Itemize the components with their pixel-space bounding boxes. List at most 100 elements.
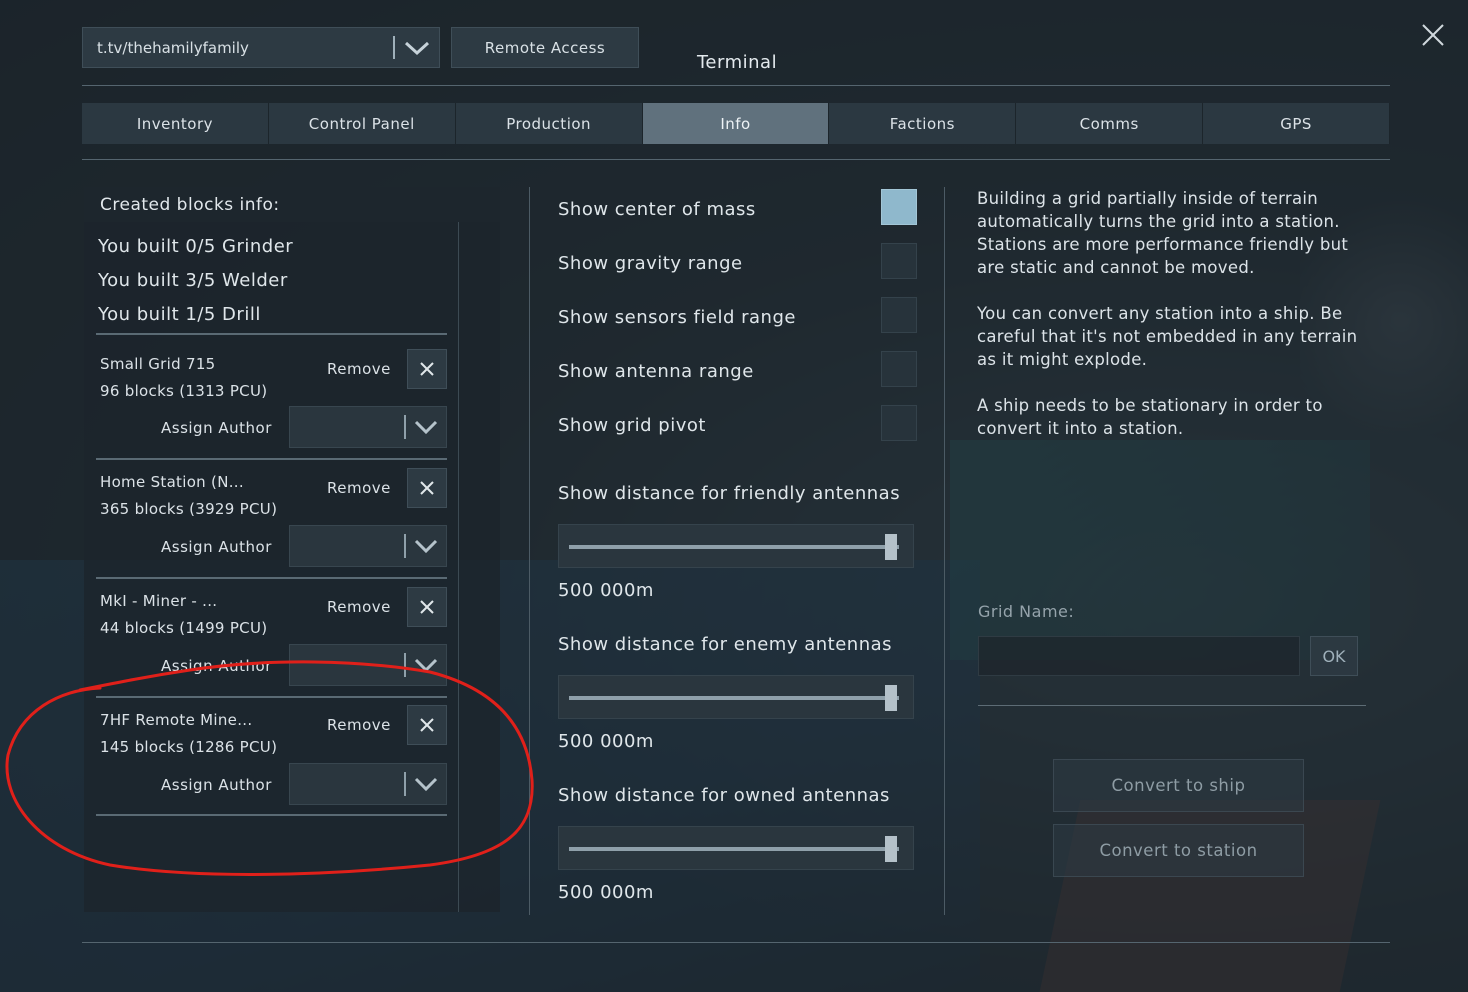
slider-track — [569, 847, 899, 851]
remove-label: Remove — [327, 716, 391, 734]
grid-blocks-text: 96 blocks (1313 PCU) — [100, 382, 268, 400]
enemy-antennas-slider[interactable] — [558, 675, 914, 719]
convert-to-station-button[interactable]: Convert to station — [1053, 824, 1304, 877]
remove-label: Remove — [327, 598, 391, 616]
show-antenna-range-checkbox[interactable] — [881, 351, 917, 387]
dropdown-separator — [404, 772, 406, 796]
terminal-title: Terminal — [697, 52, 778, 73]
friendly-antennas-slider[interactable] — [558, 524, 914, 568]
grid-name-ok-button[interactable]: OK — [1310, 636, 1358, 676]
owned-antennas-label: Show distance for owned antennas — [558, 785, 890, 806]
remove-button[interactable] — [407, 705, 447, 745]
tab-control-panel[interactable]: Control Panel — [268, 103, 456, 144]
entry-divider — [96, 696, 447, 698]
player-dropdown[interactable]: t.tv/thehamilyfamily — [82, 27, 440, 68]
grid-name-text: Small Grid 715 — [100, 355, 216, 373]
column-divider — [944, 187, 945, 915]
tab-comms[interactable]: Comms — [1016, 103, 1204, 144]
close-icon — [420, 718, 434, 732]
remove-button[interactable] — [407, 587, 447, 627]
grid-name-input[interactable] — [978, 636, 1300, 676]
grid-name-text: MkI - Miner - ... — [100, 592, 218, 610]
entry-divider — [96, 333, 447, 335]
show-grid-pivot-checkbox[interactable] — [881, 405, 917, 441]
assign-author-label: Assign Author — [161, 657, 272, 675]
grid-blocks-text: 145 blocks (1286 PCU) — [100, 738, 278, 756]
header-divider — [82, 85, 1390, 86]
close-icon — [420, 600, 434, 614]
assign-author-label: Assign Author — [161, 538, 272, 556]
remote-access-button[interactable]: Remote Access — [451, 27, 639, 68]
grid-name-text: Home Station (N... — [100, 473, 244, 491]
tab-bar: Inventory Control Panel Production Info … — [82, 103, 1391, 144]
enemy-antennas-value: 500 000m — [558, 731, 654, 752]
info-paragraph-terrain: Building a grid partially inside of terr… — [977, 189, 1349, 277]
assign-author-dropdown[interactable] — [289, 525, 447, 567]
owned-antennas-slider[interactable] — [558, 826, 914, 870]
show-gravity-range-label: Show gravity range — [558, 253, 743, 274]
slider-track — [569, 545, 899, 549]
remove-button[interactable] — [407, 468, 447, 508]
assign-author-label: Assign Author — [161, 419, 272, 437]
friendly-antennas-label: Show distance for friendly antennas — [558, 483, 901, 504]
entry-divider — [96, 814, 447, 816]
tab-gps[interactable]: GPS — [1203, 103, 1391, 144]
built-grinder-text: You built 0/5 Grinder — [98, 236, 294, 257]
dropdown-separator — [404, 534, 406, 558]
dropdown-separator — [393, 36, 395, 59]
chevron-down-icon — [414, 420, 438, 435]
grid-name-divider — [978, 705, 1366, 706]
tab-info[interactable]: Info — [642, 103, 830, 144]
assign-author-dropdown[interactable] — [289, 406, 447, 448]
footer-divider — [82, 942, 1390, 943]
dropdown-separator — [404, 415, 406, 439]
info-paragraph-convert: You can convert any station into a ship.… — [977, 304, 1358, 369]
close-icon[interactable] — [1418, 20, 1448, 50]
show-gravity-range-checkbox[interactable] — [881, 243, 917, 279]
tab-inventory[interactable]: Inventory — [82, 103, 269, 144]
show-center-of-mass-checkbox[interactable] — [881, 189, 917, 225]
owned-antennas-value: 500 000m — [558, 882, 654, 903]
info-paragraph-stationary: A ship needs to be stationary in order t… — [977, 396, 1323, 438]
entry-divider — [96, 577, 447, 579]
remove-label: Remove — [327, 360, 391, 378]
tab-factions[interactable]: Factions — [829, 103, 1017, 144]
chevron-down-icon — [414, 658, 438, 673]
remove-button[interactable] — [407, 349, 447, 389]
grid-name-text: 7HF Remote Mine... — [100, 711, 253, 729]
column-divider — [529, 187, 530, 915]
created-blocks-header: Created blocks info: — [84, 187, 500, 222]
chevron-down-icon — [414, 539, 438, 554]
show-grid-pivot-label: Show grid pivot — [558, 415, 706, 436]
friendly-antennas-value: 500 000m — [558, 580, 654, 601]
created-blocks-panel: Created blocks info: You built 0/5 Grind… — [84, 187, 500, 912]
chevron-down-icon — [414, 777, 438, 792]
grid-name-label: Grid Name: — [978, 602, 1075, 621]
show-sensors-field-range-label: Show sensors field range — [558, 307, 796, 328]
enemy-antennas-label: Show distance for enemy antennas — [558, 634, 893, 655]
show-sensors-field-range-checkbox[interactable] — [881, 297, 917, 333]
entry-divider — [96, 458, 447, 460]
show-center-of-mass-label: Show center of mass — [558, 199, 756, 220]
grid-blocks-text: 365 blocks (3929 PCU) — [100, 500, 278, 518]
slider-track — [569, 696, 899, 700]
convert-to-ship-button[interactable]: Convert to ship — [1053, 759, 1304, 812]
show-antenna-range-label: Show antenna range — [558, 361, 754, 382]
built-welder-text: You built 3/5 Welder — [98, 270, 288, 291]
remove-label: Remove — [327, 479, 391, 497]
player-dropdown-value: t.tv/thehamilyfamily — [97, 38, 249, 57]
assign-author-dropdown[interactable] — [289, 763, 447, 805]
chevron-down-icon — [404, 41, 430, 55]
close-icon — [420, 362, 434, 376]
assign-author-label: Assign Author — [161, 776, 272, 794]
tab-production[interactable]: Production — [455, 103, 643, 144]
dropdown-separator — [404, 653, 406, 677]
slider-thumb[interactable] — [885, 685, 897, 711]
scrollbar-track[interactable] — [458, 222, 459, 912]
terminal-window: t.tv/thehamilyfamily Remote Access Termi… — [0, 0, 1468, 992]
built-drill-text: You built 1/5 Drill — [98, 304, 261, 325]
slider-thumb[interactable] — [885, 836, 897, 862]
created-blocks-title: Created blocks info: — [100, 195, 280, 215]
slider-thumb[interactable] — [885, 534, 897, 560]
assign-author-dropdown[interactable] — [289, 644, 447, 686]
